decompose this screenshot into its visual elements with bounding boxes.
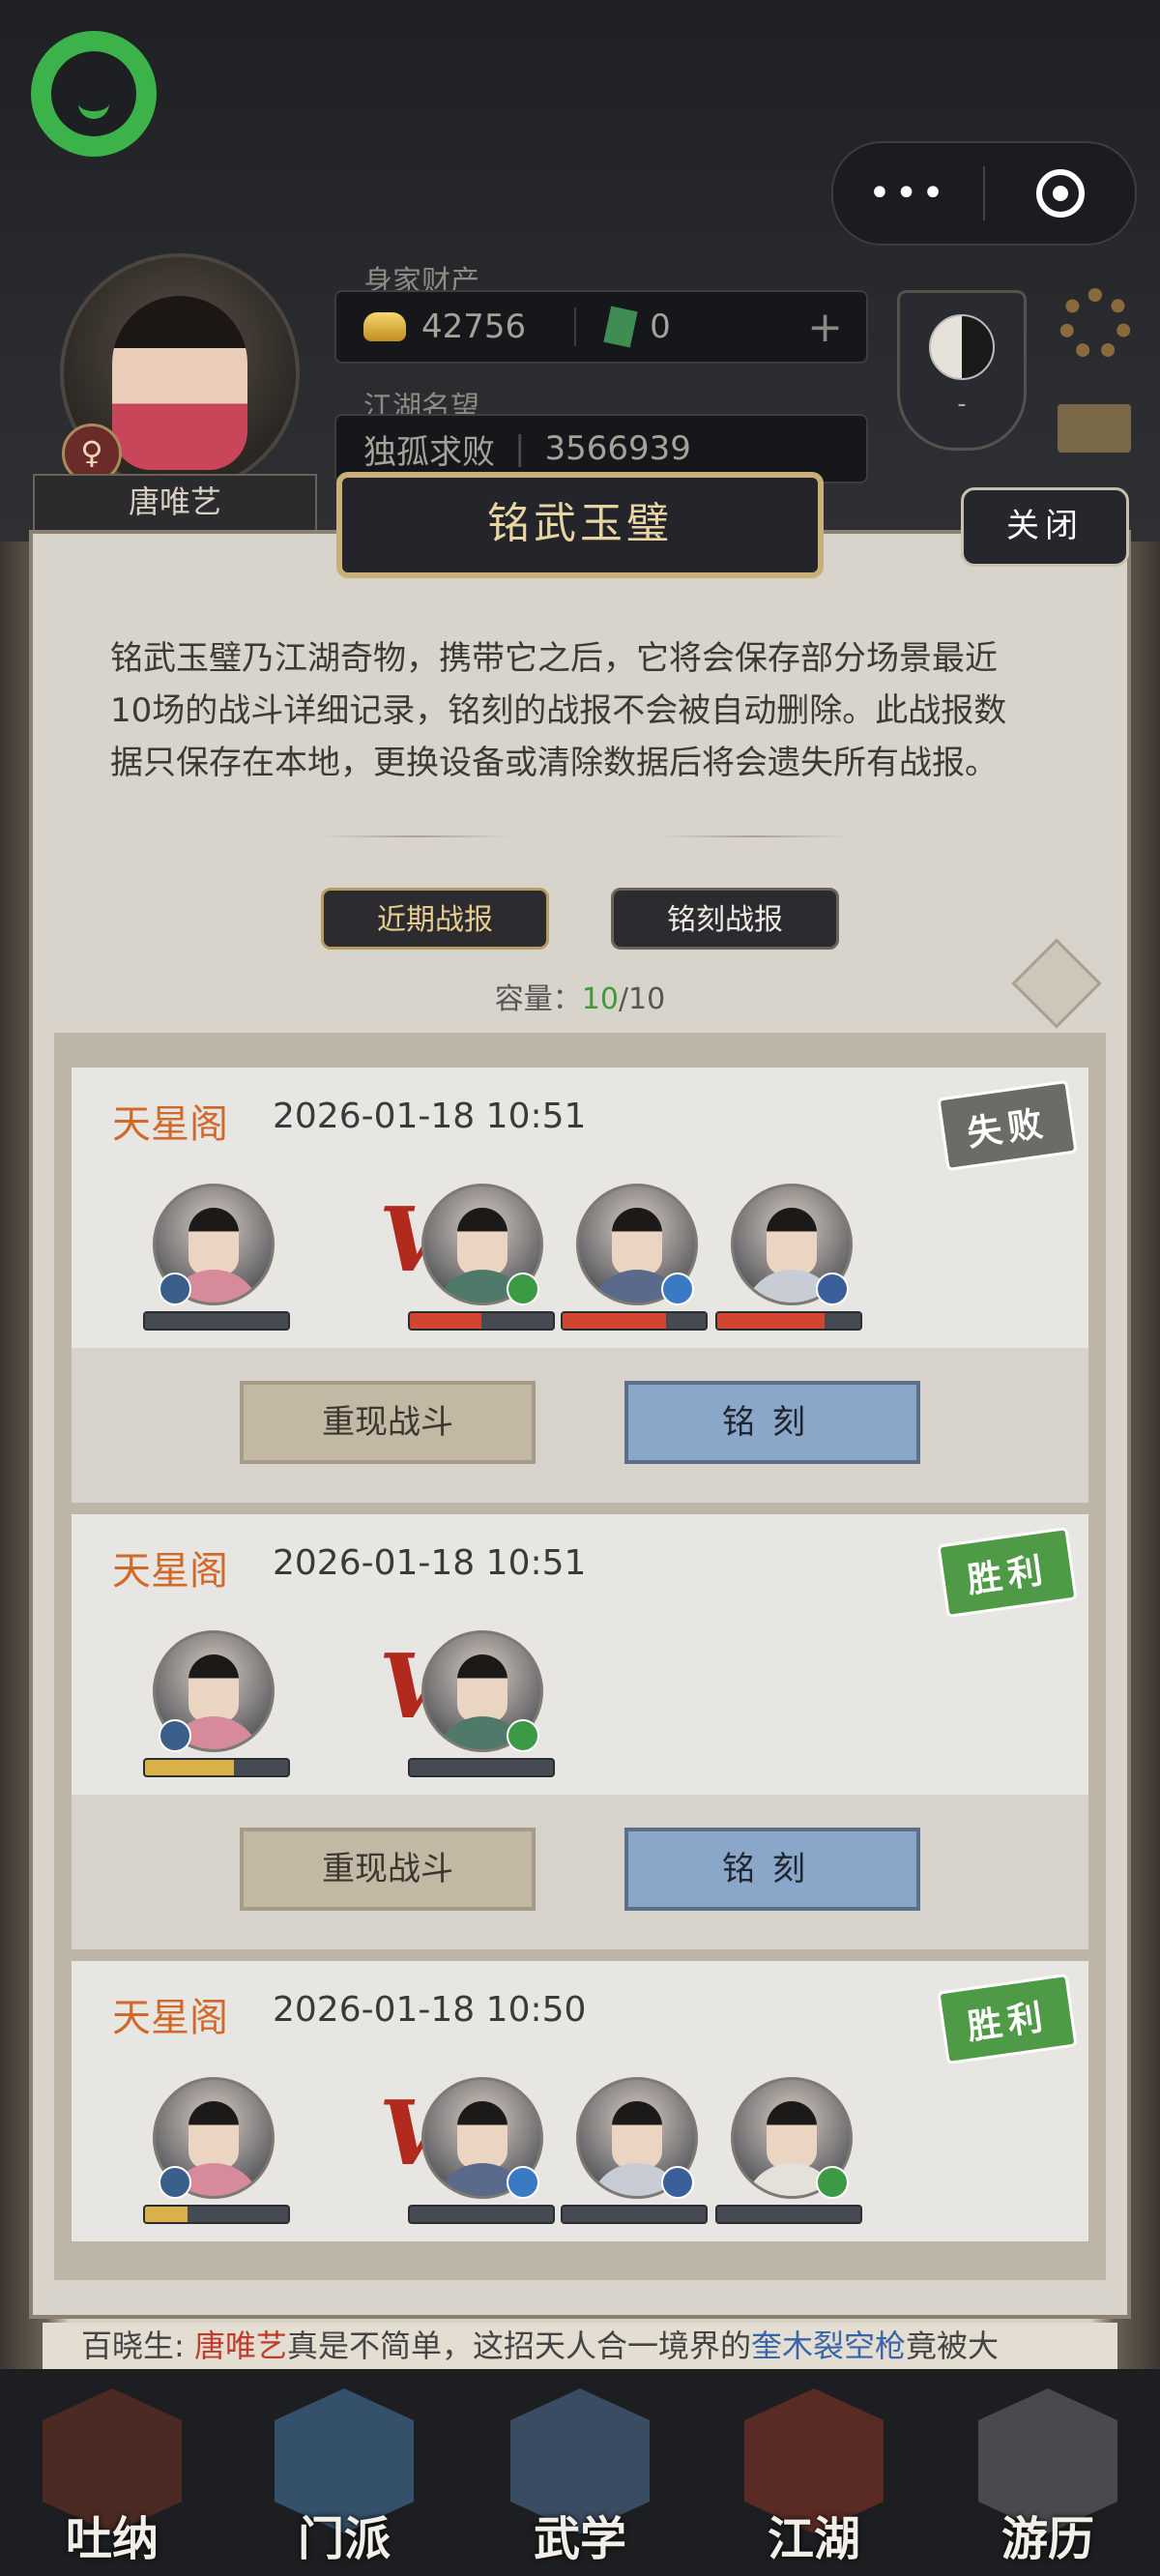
nav-sect[interactable]: 门派 [267,2388,421,2572]
battle-actions: 重现战斗 铭刻 [72,1348,1088,1503]
ticker-name: 唐唯艺 [193,2327,287,2364]
nav-label: 吐纳 [65,2512,159,2566]
nav-label: 江湖 [767,2512,860,2566]
battle-location: 天星阁 [112,1549,228,1594]
hp-fill [410,1313,481,1329]
bottom-navigation: 吐纳 门派 武学 江湖 游历 [0,2369,1160,2576]
result-stamp-lose: 失败 [937,1079,1078,1172]
jade-amount: 0 [650,307,671,346]
sect-badge-icon [159,1273,191,1305]
gold-amount: 42756 [421,307,527,346]
fame-divider: | [514,429,526,468]
nav-martial-arts[interactable]: 武学 [503,2388,657,2572]
more-button[interactable]: ••• [833,171,983,216]
hp-fill [717,1313,825,1329]
enemy-hp-bar [715,2205,862,2224]
battle-time: 2026-01-18 10:50 [273,1990,587,2030]
enemy-sect-badge-icon [816,1273,849,1305]
enemy-hp-bar [408,2205,555,2224]
hp-fill [145,1760,234,1775]
gold-ingot-icon [363,312,406,341]
target-icon [1035,169,1085,218]
result-stamp-win: 胜利 [937,1526,1078,1619]
enemy-sect-badge-icon [661,2166,694,2199]
battle-summary: 天星阁 2026-01-18 10:50 胜利 VS [72,1961,1088,2241]
enemy-hp-bar [561,1311,708,1331]
assets-divider [574,307,577,346]
battle-summary: 天星阁 2026-01-18 10:51 失败 VS [72,1068,1088,1348]
result-stamp-win: 胜利 [937,1973,1078,2065]
yin-yang-icon [929,314,995,380]
nav-label: 游历 [1000,2512,1094,2566]
replay-battle-button[interactable]: 重现战斗 [240,1381,536,1464]
chat-icon [51,51,136,136]
ornament-divider-right [657,835,851,837]
miniprogram-capsule: ••• [831,141,1137,246]
battle-time: 2026-01-18 10:51 [273,1543,587,1583]
enemy-hp-bar [408,1311,555,1331]
nav-breathing[interactable]: 吐纳 [35,2388,189,2572]
sect-badge-icon [159,1719,191,1752]
enemy-sect-badge-icon [507,1273,539,1305]
news-ticker: 百晓生: 唐唯艺真是不简单，这招天人合一境界的奎木裂空枪竟被大 [43,2323,1117,2369]
enemy-sect-badge-icon [661,1273,694,1305]
battle-time: 2026-01-18 10:51 [273,1097,587,1136]
close-miniprogram-button[interactable] [985,169,1135,218]
fame-title: 独孤求败 [363,432,495,472]
hp-fill [145,2207,188,2222]
enemy-hp-bar [561,2205,708,2224]
ticker-middle: 真是不简单，这招天人合一境界的 [286,2327,751,2364]
ticker-suffix: 竟被大 [906,2327,1000,2364]
nav-label: 武学 [533,2512,626,2566]
nav-label: 门派 [297,2512,391,2566]
sect-badge-icon [159,2166,191,2199]
mail-icon[interactable] [1058,404,1131,453]
engrave-button[interactable]: 铭刻 [624,1828,920,1911]
settings-gear-icon[interactable] [1059,288,1131,360]
enemy-sect-badge-icon [816,2166,849,2199]
dialog-title: 铭武玉璧 [336,472,824,578]
player-portrait [112,296,247,470]
jade-icon [603,306,638,348]
enemy-sect-badge-icon [507,2166,539,2199]
nav-travel[interactable]: 游历 [971,2388,1125,2572]
enemy-hp-bar [715,1311,862,1331]
battle-report-card: 天星阁 2026-01-18 10:51 失败 VS 重现战斗 铭刻 [72,1068,1088,1503]
ticker-skill: 奎木裂空枪 [751,2327,907,2364]
fame-value: 3566939 [544,429,691,468]
capacity-max: /10 [618,982,666,1016]
ornament-divider-left [319,835,512,837]
dialog-description: 铭武玉璧乃江湖奇物，携带它之后，它将会保存部分场景最近10场的战斗详细记录，铭刻… [110,639,1007,782]
battle-report-card: 天星阁 2026-01-18 10:51 胜利 VS 重现战斗 铭刻 [72,1514,1088,1949]
capacity-current: 10 [581,982,619,1016]
battle-location: 天星阁 [112,1102,228,1147]
capacity-indicator: 容量：10/10 [0,975,1160,1017]
taiji-emblem-button[interactable]: - [897,290,1027,451]
tab-engraved-reports[interactable]: 铭刻战报 [611,888,839,950]
add-currency-button[interactable]: + [807,303,843,352]
capacity-label: 容量： [494,982,582,1016]
player-hp-bar [143,1311,290,1331]
chat-button[interactable] [31,31,157,157]
nav-jianghu[interactable]: 江湖 [737,2388,891,2572]
tab-recent-reports[interactable]: 近期战报 [321,888,549,950]
battle-report-card: 天星阁 2026-01-18 10:50 胜利 VS [72,1961,1088,2241]
player-hp-bar [143,1758,290,1777]
player-name: 唐唯艺 [33,474,317,532]
replay-battle-button[interactable]: 重现战斗 [240,1828,536,1911]
battle-summary: 天星阁 2026-01-18 10:51 胜利 VS [72,1514,1088,1795]
enemy-hp-bar [408,1758,555,1777]
engrave-button[interactable]: 铭刻 [624,1381,920,1464]
battle-location: 天星阁 [112,1996,228,2040]
assets-bar: 42756 0 + [334,290,868,364]
ticker-prefix: 百晓生: [81,2327,185,2364]
player-hp-bar [143,2205,290,2224]
battle-actions: 重现战斗 铭刻 [72,1795,1088,1949]
close-button[interactable]: 关闭 [961,487,1129,567]
taiji-mark: - [957,390,967,419]
enemy-sect-badge-icon [507,1719,539,1752]
hp-fill [563,1313,666,1329]
